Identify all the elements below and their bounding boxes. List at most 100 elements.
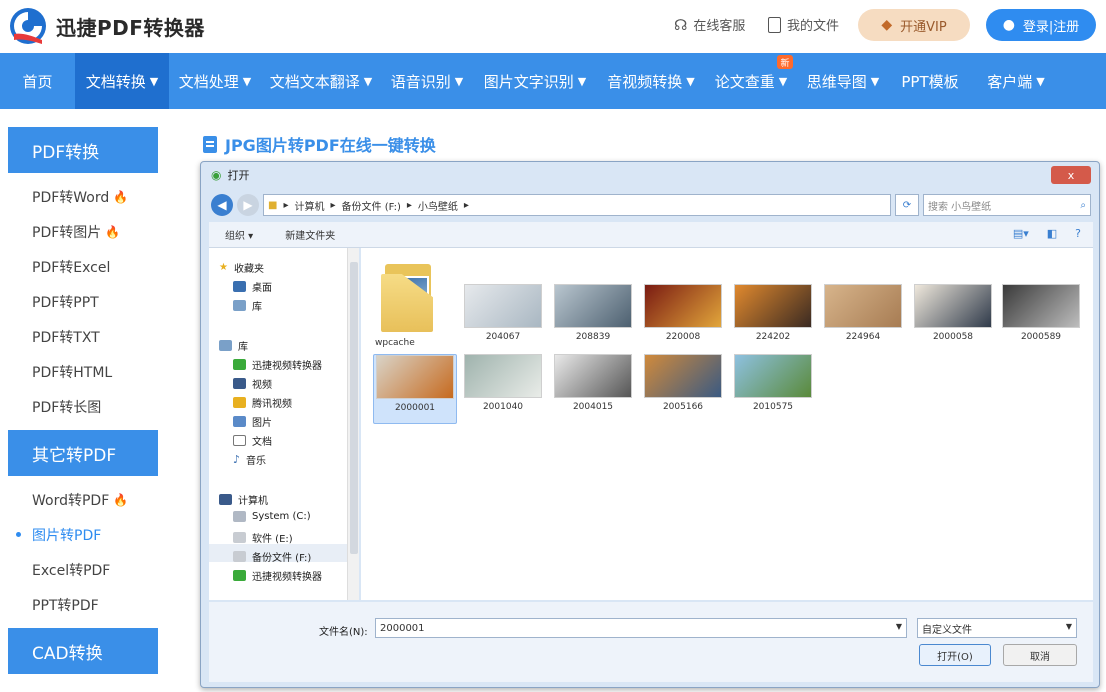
brand-logo[interactable]: [8, 6, 48, 46]
address-bar[interactable]: ■ ▸ 计算机 ▸ 备份文件 (F:) ▸ 小鸟壁纸 ▸: [263, 194, 891, 216]
tree-item-last-xunjie[interactable]: 迅捷视频转换器: [233, 568, 322, 583]
sidebar-item-pdf-to-html[interactable]: PDF转HTML: [8, 354, 158, 389]
nav-ocr[interactable]: 图片文字识别 ▼: [473, 53, 597, 109]
nav-doc-convert[interactable]: 文档转换 ▼: [75, 53, 169, 109]
sidebar-item-pdf-to-txt[interactable]: PDF转TXT: [8, 319, 158, 354]
file-item[interactable]: 2001040: [461, 354, 545, 424]
dialog-titlebar[interactable]: ◉ 打开: [201, 162, 1099, 188]
file-item[interactable]: 224964: [821, 284, 905, 354]
back-arrow-icon[interactable]: ◀: [211, 194, 233, 216]
image-thumbnail: [914, 284, 992, 328]
file-item[interactable]: 224202: [731, 284, 815, 354]
refresh-button[interactable]: ⟳: [895, 194, 919, 216]
image-thumbnail: [554, 284, 632, 328]
nav-home[interactable]: 首页: [0, 53, 75, 109]
sidebar-item-excel-to-pdf[interactable]: Excel转PDF: [8, 552, 158, 587]
help-icon[interactable]: ?: [1075, 227, 1081, 240]
vip-button[interactable]: ◆ 开通VIP: [858, 9, 970, 41]
image-thumbnail: [464, 354, 542, 398]
view-options-icon[interactable]: ▤▾: [1013, 227, 1029, 240]
brand-name[interactable]: 迅捷PDF转换器: [56, 12, 205, 41]
tree-item-lib-tencent-video[interactable]: 腾讯视频: [233, 395, 292, 410]
preview-pane-icon[interactable]: ◧: [1047, 227, 1057, 240]
file-item[interactable]: 204067: [461, 284, 545, 354]
sidebar-item-pdf-to-image[interactable]: PDF转图片 🔥: [8, 214, 158, 249]
tree-item-libraries[interactable]: 库: [219, 338, 248, 353]
nav-av-convert[interactable]: 音视频转换 ▼: [597, 53, 705, 109]
filetype-select[interactable]: 自定义文件 ▼: [917, 618, 1077, 638]
breadcrumb-item[interactable]: 备份文件 (F:): [342, 198, 401, 213]
tree-item-library-shortcut[interactable]: 库: [233, 298, 262, 313]
chevron-right-icon: ▸: [330, 199, 336, 211]
image-thumbnail: [644, 354, 722, 398]
search-placeholder: 搜索 小鸟壁纸: [928, 201, 992, 213]
user-icon: ●: [1002, 17, 1015, 33]
document-icon: [768, 16, 781, 33]
file-item[interactable]: 208839: [551, 284, 635, 354]
dialog-search-input[interactable]: 搜索 小鸟壁纸 ⌕: [923, 194, 1091, 216]
chevron-down-icon[interactable]: ▼: [1066, 622, 1072, 631]
file-name: 2010575: [752, 402, 794, 412]
nav-speech[interactable]: 语音识别 ▼: [381, 53, 473, 109]
online-service-link[interactable]: ☊ 在线客服: [674, 15, 745, 35]
nav-ppt-template[interactable]: PPT模板: [889, 53, 971, 109]
nav-label: 思维导图: [806, 72, 867, 91]
dialog-close-button[interactable]: x: [1051, 166, 1091, 184]
tree-item-desktop[interactable]: 桌面: [233, 279, 272, 294]
nav-client[interactable]: 客户端 ▼: [971, 53, 1061, 109]
tree-item-lib-pictures[interactable]: 图片: [233, 414, 272, 429]
file-item[interactable]: 2000589: [999, 284, 1083, 354]
sidebar-item-pdf-to-ppt[interactable]: PDF转PPT: [8, 284, 158, 319]
fire-icon: 🔥: [113, 189, 129, 204]
fire-icon: 🔥: [105, 224, 121, 239]
my-files-link[interactable]: 我的文件: [768, 15, 839, 34]
folder-name[interactable]: wpcache: [375, 338, 415, 348]
tree-item-lib-xunjie[interactable]: 迅捷视频转换器: [233, 357, 322, 372]
tree-item-drive-c[interactable]: System (C:): [233, 511, 311, 522]
sidebar-item-word-to-pdf[interactable]: Word转PDF 🔥: [8, 482, 158, 517]
tree-item-computer[interactable]: 计算机: [219, 492, 268, 507]
tree-item-favorites[interactable]: ★ 收藏夹: [219, 260, 264, 275]
sidebar-item-pdf-to-long-image[interactable]: PDF转长图: [8, 389, 158, 424]
forward-arrow-icon[interactable]: ▶: [237, 194, 259, 216]
sidebar-item-image-to-pdf[interactable]: 图片转PDF: [8, 517, 158, 552]
sidebar-item-ppt-to-pdf[interactable]: PPT转PDF: [8, 587, 158, 622]
file-name: 2000001: [394, 403, 436, 413]
tree-item-lib-video[interactable]: 视频: [233, 376, 272, 391]
sidebar-heading-to-pdf[interactable]: 其它转PDF: [8, 430, 158, 476]
filename-input[interactable]: 2000001 ▼: [375, 618, 907, 638]
open-button[interactable]: 打开(O): [919, 644, 991, 666]
tree-item-drive-e[interactable]: 软件 (E:): [233, 530, 293, 545]
nav-label: 图片文字识别: [483, 72, 574, 91]
tree-scrollbar[interactable]: [347, 248, 359, 600]
organize-button[interactable]: 组织 ▾: [209, 227, 269, 242]
breadcrumb-item[interactable]: 小鸟壁纸: [418, 198, 458, 213]
tree-item-lib-music[interactable]: ♪ 音乐: [233, 452, 266, 467]
file-item-selected[interactable]: 2000001: [373, 354, 457, 424]
file-item[interactable]: 2004015: [551, 354, 635, 424]
file-item[interactable]: 2005166: [641, 354, 725, 424]
file-item[interactable]: 220008: [641, 284, 725, 354]
file-name: 2001040: [482, 402, 524, 412]
sidebar-heading-pdf-convert[interactable]: PDF转换: [8, 127, 158, 173]
tree-item-lib-documents[interactable]: 文档: [233, 433, 272, 448]
folder-wpcache-icon[interactable]: [381, 256, 439, 334]
sidebar-item-label: 图片转PDF: [32, 527, 102, 544]
new-folder-button[interactable]: 新建文件夹: [269, 227, 351, 242]
sidebar-heading-cad-convert[interactable]: CAD转换: [8, 628, 158, 674]
login-register-button[interactable]: ● 登录|注册: [986, 9, 1096, 41]
scrollbar-thumb[interactable]: [350, 262, 358, 554]
tree-item-drive-f[interactable]: 备份文件 (F:): [233, 549, 311, 564]
nav-paper-check[interactable]: 论文查重 ▼ 新: [705, 53, 797, 109]
nav-translate[interactable]: 文档文本翻译 ▼: [261, 53, 381, 109]
nav-doc-process[interactable]: 文档处理 ▼: [169, 53, 261, 109]
file-item[interactable]: 2010575: [731, 354, 815, 424]
sidebar-item-pdf-to-word[interactable]: PDF转Word 🔥: [8, 179, 158, 214]
nav-mindmap[interactable]: 思维导图 ▼: [797, 53, 889, 109]
cancel-button[interactable]: 取消: [1003, 644, 1077, 666]
file-item[interactable]: 2000058: [911, 284, 995, 354]
nav-label: 文档转换: [85, 72, 146, 91]
breadcrumb-item[interactable]: 计算机: [294, 198, 324, 213]
chevron-down-icon[interactable]: ▼: [896, 622, 902, 631]
sidebar-item-pdf-to-excel[interactable]: PDF转Excel: [8, 249, 158, 284]
